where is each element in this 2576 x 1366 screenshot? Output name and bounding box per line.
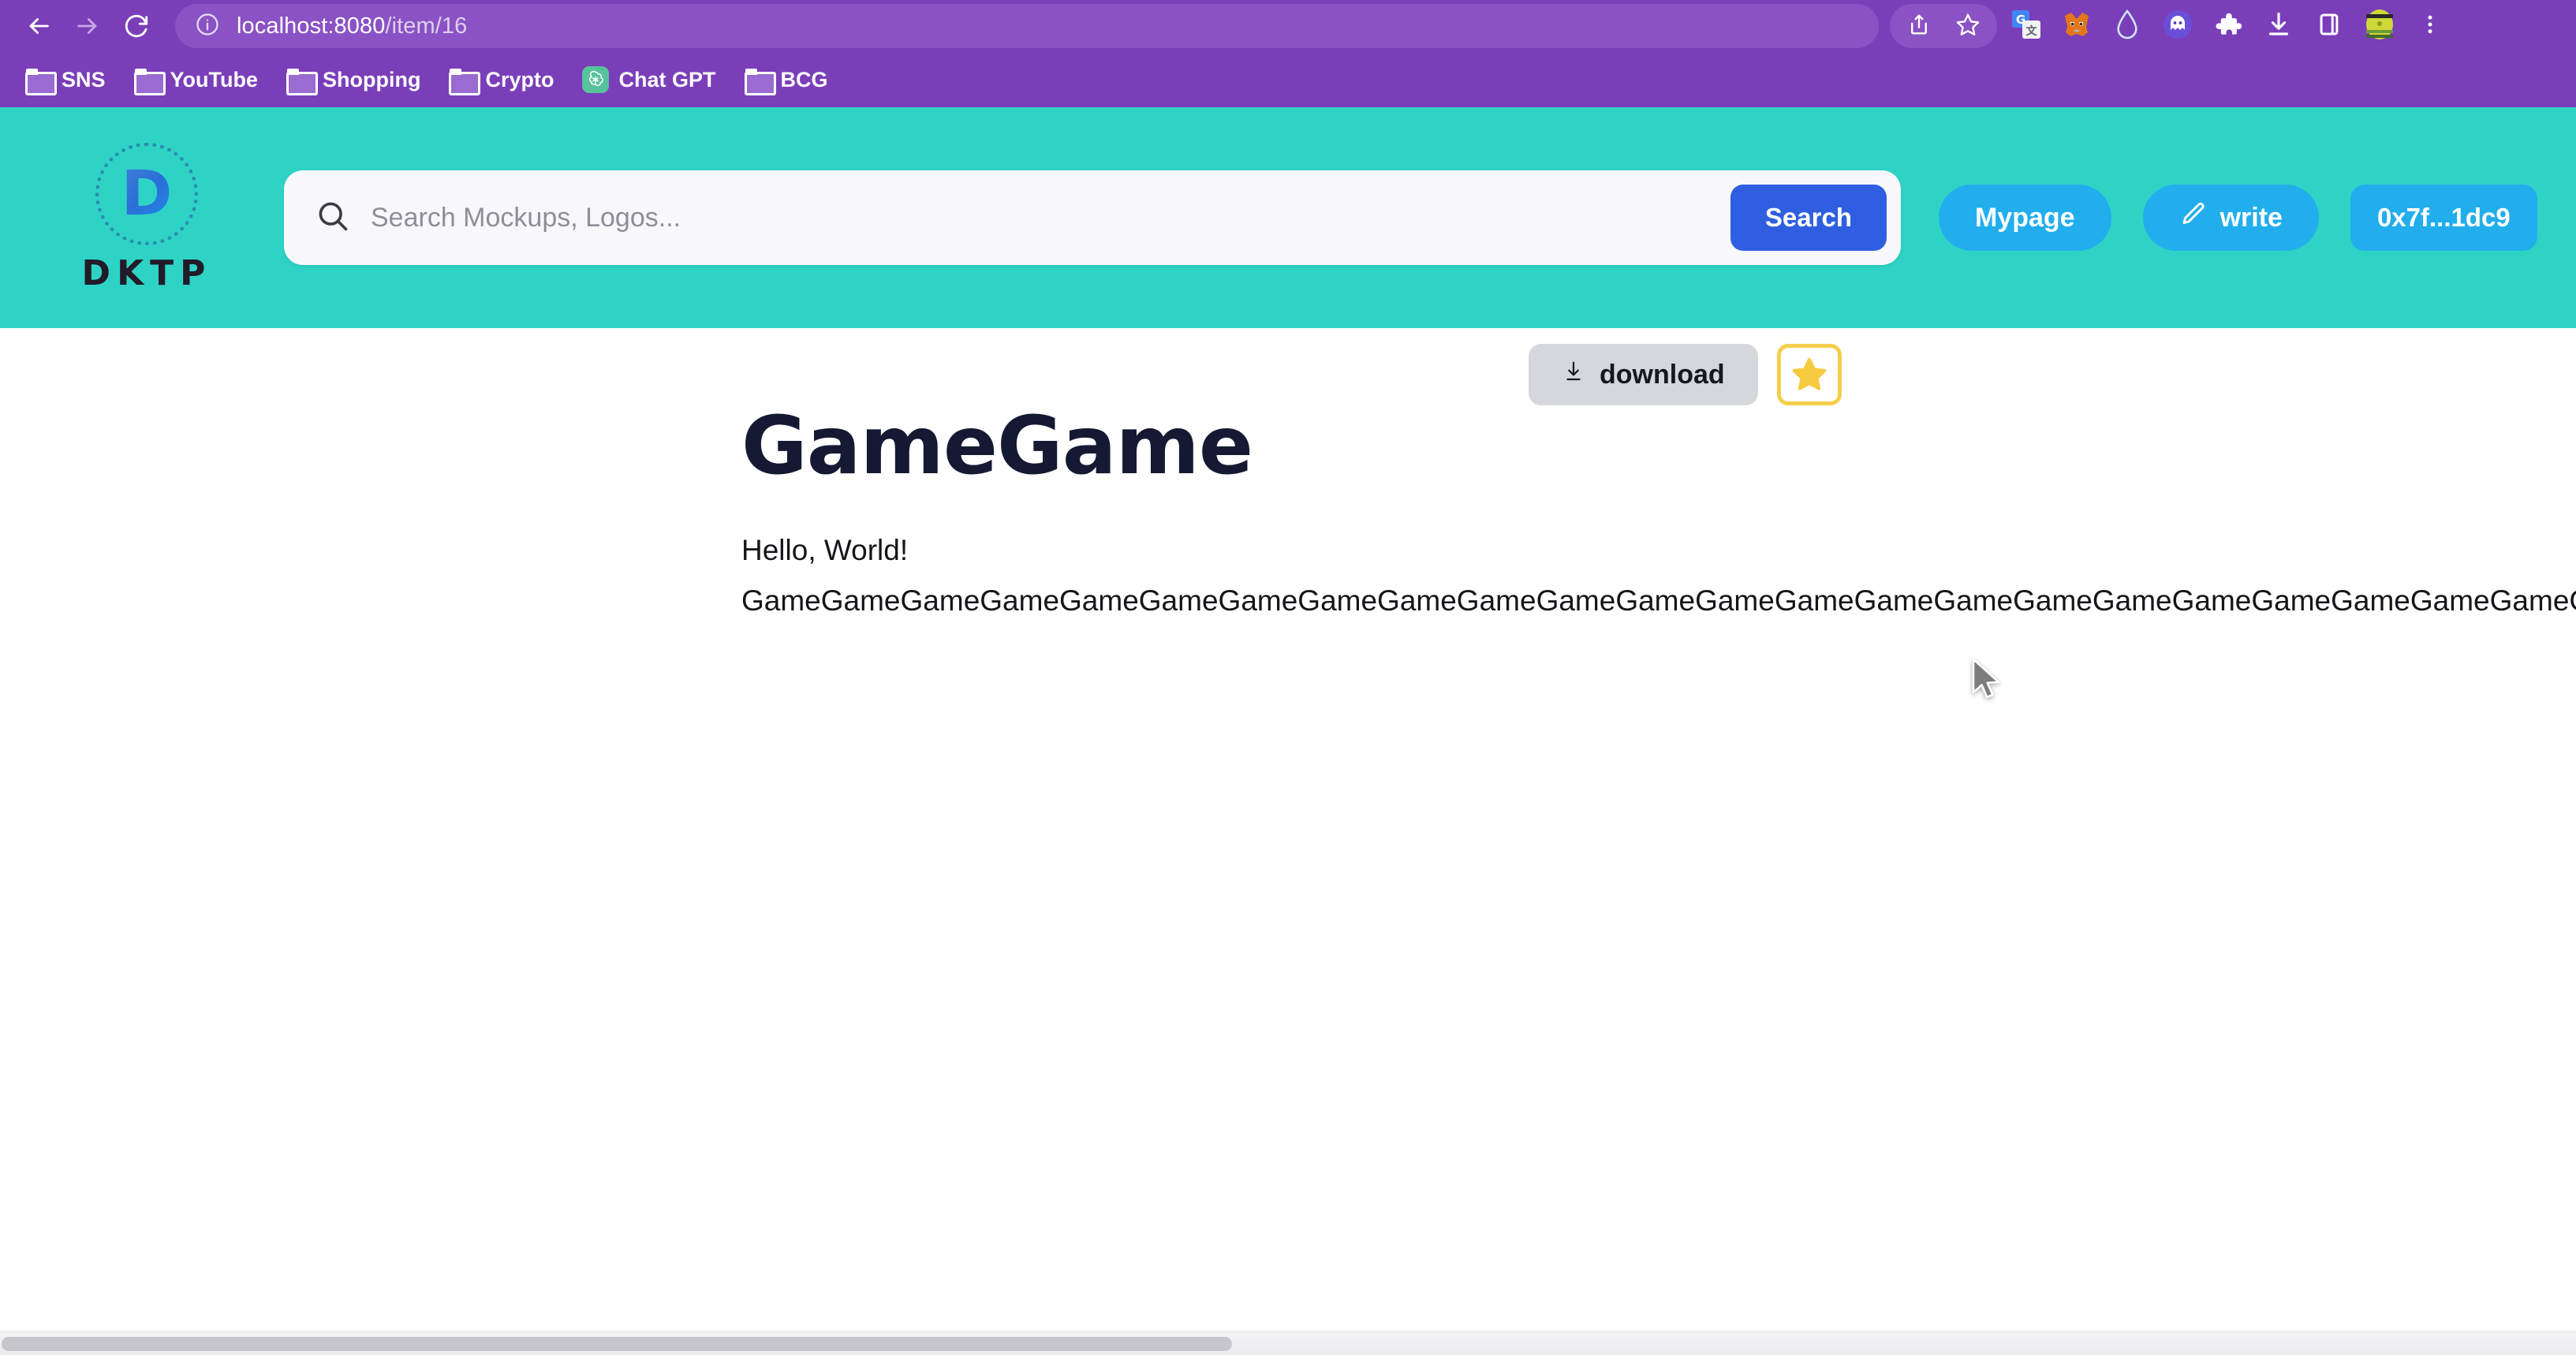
site-header: D DKTP Search Mypage write 0x7f...1dc9 [0,107,2576,328]
folder-icon [449,69,481,95]
search-input[interactable] [371,202,1730,233]
bookmark-label: Chat GPT [618,67,716,91]
bookmark-bcg[interactable]: BCG [734,62,839,99]
item-description-line-2: GameGameGameGameGameGameGameGameGameGame… [741,584,2576,617]
mypage-button[interactable]: Mypage [1939,185,2111,251]
horizontal-scrollbar[interactable] [0,1331,2576,1355]
share-button[interactable] [1895,4,1943,48]
extensions-strip: G 文 [2007,6,2450,46]
ghost-icon [2161,8,2194,45]
bookmarks-bar: SNS YouTube Shopping Crypto Chat GPT BCG [0,52,2576,107]
bookmark-label: SNS [62,67,106,91]
reload-icon [123,13,150,39]
bookmark-chat-gpt[interactable]: Chat GPT [571,60,726,99]
chatgpt-icon [582,66,610,93]
search-button[interactable]: Search [1730,185,1887,251]
item-content: GameGame Hello, World! GameGameGameGameG… [741,360,2576,626]
wallet-address-button[interactable]: 0x7f...1dc9 [2350,185,2537,251]
header-actions: Mypage write 0x7f...1dc9 [1939,185,2537,251]
extensions-button[interactable] [2208,6,2248,46]
info-circle-icon[interactable] [196,13,219,40]
mouse-cursor [1970,658,2005,702]
forward-button[interactable] [63,2,112,50]
water-drop-icon [2114,9,2141,44]
svg-text:文: 文 [2026,24,2038,38]
browser-toolbar: localhost:8080/item/16 G 文 [0,0,2576,52]
google-translate-button[interactable]: G 文 [2007,6,2046,46]
bookmark-shopping[interactable]: Shopping [275,62,431,99]
folder-icon [744,69,776,95]
bookmark-youtube[interactable]: YouTube [123,62,269,99]
search-bar[interactable]: Search [284,170,1901,265]
kebab-menu-icon [2418,11,2442,42]
logo-letter: D [121,158,173,230]
folder-icon [286,69,319,95]
bookmark-button[interactable] [1943,4,1992,48]
logo-wordmark: DKTP [81,252,212,293]
site-logo[interactable]: D DKTP [28,142,265,293]
bookmark-sns[interactable]: SNS [14,62,117,99]
google-translate-icon: G 文 [2010,9,2042,44]
profile-avatar-icon [2362,7,2397,46]
side-panel-icon [2316,11,2343,42]
page-body: download GameGame Hello, World! GameGame… [0,328,2576,1355]
browser-menu-button[interactable] [2410,6,2450,46]
bookmark-label: BCG [780,67,828,91]
write-button[interactable]: write [2142,185,2319,251]
browser-chrome: localhost:8080/item/16 G 文 SNS YouTube S… [0,0,2576,107]
downloads-button[interactable] [2259,6,2298,46]
arrow-right-icon [74,13,101,39]
bookmark-star-icon [1955,12,1981,41]
item-description-line-1: Hello, World! [741,534,909,567]
pencil-icon [2179,200,2208,236]
write-label: write [2219,202,2283,233]
folder-icon [133,69,166,95]
metamask-button[interactable] [2057,6,2096,46]
omnibox-actions [1890,4,1997,48]
mypage-label: Mypage [1975,202,2075,233]
address-bar-url: localhost:8080/item/16 [237,13,468,39]
bookmark-label: Crypto [485,67,554,91]
address-bar[interactable]: localhost:8080/item/16 [175,4,1879,48]
horizontal-scrollbar-thumb[interactable] [2,1337,1232,1351]
metamask-fox-icon [2060,8,2093,45]
back-button[interactable] [14,2,63,50]
reload-button[interactable] [112,2,161,50]
bookmark-crypto[interactable]: Crypto [438,62,565,99]
item-description: Hello, World! GameGameGameGameGameGameGa… [741,525,2576,625]
search-icon [315,199,350,237]
side-panel-button[interactable] [2309,6,2349,46]
arrow-left-icon [25,13,52,39]
wallet-address-label: 0x7f...1dc9 [2376,203,2511,232]
bookmark-label: YouTube [170,67,259,91]
folder-icon [25,69,57,95]
profile-button[interactable] [2360,6,2399,46]
water-drop-button[interactable] [2107,6,2147,46]
download-tray-icon [2264,10,2293,43]
logo-mark-circle: D [95,142,198,245]
share-icon [1907,13,1931,40]
ghost-button[interactable] [2158,6,2197,46]
page-title: GameGame [741,399,1253,493]
puzzle-piece-icon [2213,9,2243,43]
bookmark-label: Shopping [323,67,421,91]
